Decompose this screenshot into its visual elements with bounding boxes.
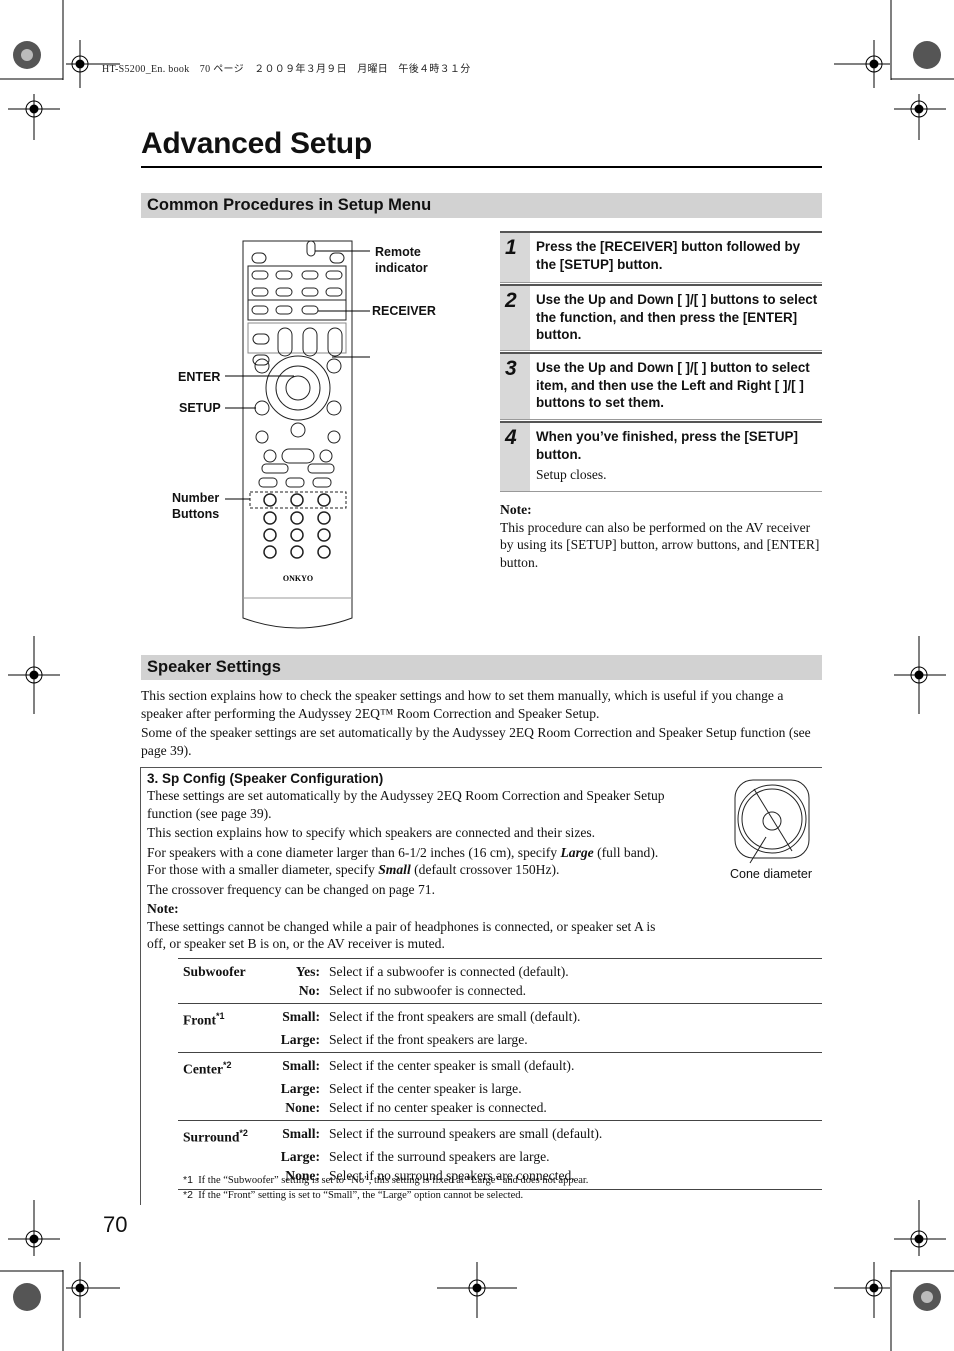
cone-diameter-caption: Cone diameter (730, 867, 812, 881)
settings-row: None: Select if no center speaker is conn… (178, 1098, 822, 1122)
step-number: 4 (500, 423, 530, 491)
option-description: Select if a subwoofer is connected (defa… (329, 964, 569, 979)
option-description: Select if no subwoofer is connected. (329, 983, 527, 999)
sp-config-heading: 3. Sp Config (Speaker Configuration) (147, 771, 384, 786)
step-text: Use the Up and Down [ ]/[ ] button to se… (536, 360, 810, 410)
setting-name: Front (183, 1012, 216, 1028)
remote-brand-logo: ONKYO (283, 574, 313, 583)
settings-row: Center*2 Small: Select if the center speak… (178, 1053, 822, 1079)
option-key: Large: (280, 1149, 320, 1165)
option-description: Select if the surround speakers are larg… (329, 1149, 550, 1165)
remote-control-illustration: ONKYO (225, 240, 370, 629)
setting-footnote-mark: *1 (215, 1011, 225, 1022)
footnote-1: *1 If the “Subwoofer” setting is set to … (183, 1174, 589, 1186)
box-top-rule (141, 767, 822, 768)
print-header: HT-S5200_En. book 70 ページ ２００９年３月９日 月曜日 午… (102, 64, 471, 75)
settings-row: Large: Select if the surround speakers ar… (178, 1147, 822, 1166)
option-key: No: (298, 983, 320, 999)
step-4: 4 When you’ve finished, press the [SETUP]… (500, 421, 822, 492)
step-number: 3 (500, 354, 530, 419)
step-number: 1 (500, 233, 530, 282)
footnote-2: *2 If the “Front” setting is set to “Sma… (183, 1189, 524, 1201)
settings-row: Front*1 Small: Select if the front speaker… (178, 1004, 822, 1030)
sp-config-p4: The crossover frequency can be changed o… (147, 881, 435, 897)
label-remote-indicator: Remote indicator (375, 245, 428, 275)
step-text: Press the [RECEIVER] button followed by … (536, 239, 801, 272)
option-key: Yes: (295, 964, 320, 979)
box-left-rule (140, 767, 141, 1205)
settings-row: Surround*2 Small: Select if the surround s… (178, 1121, 822, 1147)
note-label: Note: (500, 502, 532, 517)
step-1: 1 Press the [RECEIVER] button followed by… (500, 231, 822, 283)
footnotes: *1 If the “Subwoofer” setting is set to … (183, 1173, 823, 1203)
step-subtext: Setup closes. (536, 467, 607, 482)
step-2: 2 Use the Up and Down [ ]/[ ] buttons to … (500, 284, 822, 351)
option-key: Large: (280, 1081, 320, 1097)
settings-row: No: Select if no subwoofer is connected. (178, 981, 822, 1005)
settings-row: Large: Select if the center speaker is la… (178, 1079, 822, 1098)
sp-config-block: 3. Sp Config (Speaker Configuration) The… (147, 770, 677, 953)
option-description: Select if the center speaker is large. (329, 1081, 522, 1097)
title-rule (141, 166, 822, 168)
page-number: 70 (103, 1212, 128, 1237)
section-heading-common-procedures: Common Procedures in Setup Menu (141, 193, 822, 218)
option-key: Small: (282, 1058, 320, 1074)
option-key: Small: (282, 1126, 320, 1142)
option-description: Select if the center speaker is small (d… (329, 1058, 575, 1074)
option-key: None: (285, 1100, 320, 1116)
step-text: Use the Up and Down [ ]/[ ] buttons to s… (536, 292, 818, 342)
settings-row: Subwoofer Yes: Select if a subwoofer is co… (178, 959, 822, 982)
option-description: Select if the front speakers are small (… (329, 1009, 581, 1025)
step-number: 2 (500, 286, 530, 350)
page-title: Advanced Setup (141, 127, 372, 160)
note-label: Note: (147, 901, 179, 916)
label-number-buttons: Number Buttons (172, 491, 220, 521)
intro-paragraph-2: Some of the speaker settings are set aut… (141, 725, 811, 758)
speaker-cone-figure (734, 779, 810, 864)
setting-name: Surround (183, 1130, 240, 1146)
intro-paragraph-1: This section explains how to check the s… (141, 688, 784, 721)
option-description: Select if no center speaker is connected… (329, 1100, 547, 1116)
setting-footnote-mark: *2 (239, 1128, 248, 1139)
setting-footnote-mark: *2 (223, 1060, 232, 1071)
label-enter: ENTER (178, 370, 221, 384)
note-text: These settings cannot be changed while a… (147, 918, 656, 952)
label-setup: SETUP (179, 401, 221, 415)
section-heading-speaker-settings: Speaker Settings (141, 655, 822, 680)
sp-config-p1: These settings are set automatically by … (147, 788, 665, 821)
setting-name: Center (183, 1061, 224, 1077)
sp-config-p2: This section explains how to specify whi… (147, 825, 596, 840)
option-description: Select if the front speakers are large. (329, 1032, 528, 1048)
label-receiver: RECEIVER (372, 304, 436, 318)
step-text: When you’ve finished, press the [SETUP] … (536, 429, 798, 462)
setting-name: Subwoofer (183, 964, 246, 979)
note-text: This procedure can also be performed on … (500, 519, 820, 570)
option-key: Large: (280, 1032, 320, 1048)
option-description: Select if the surround speakers are smal… (329, 1126, 603, 1142)
setup-note: Note: This procedure can also be perform… (500, 501, 822, 571)
sp-config-p3: For speakers with a cone diameter larger… (147, 844, 659, 878)
setup-steps: 1 Press the [RECEIVER] button followed by… (500, 231, 822, 493)
option-key: Small: (282, 1009, 320, 1025)
speaker-settings-table: Subwoofer Yes: Select if a subwoofer is co… (178, 958, 822, 1190)
settings-row: Large: Select if the front speakers are l… (178, 1030, 822, 1054)
step-3: 3 Use the Up and Down [ ]/[ ] button to s… (500, 352, 822, 420)
